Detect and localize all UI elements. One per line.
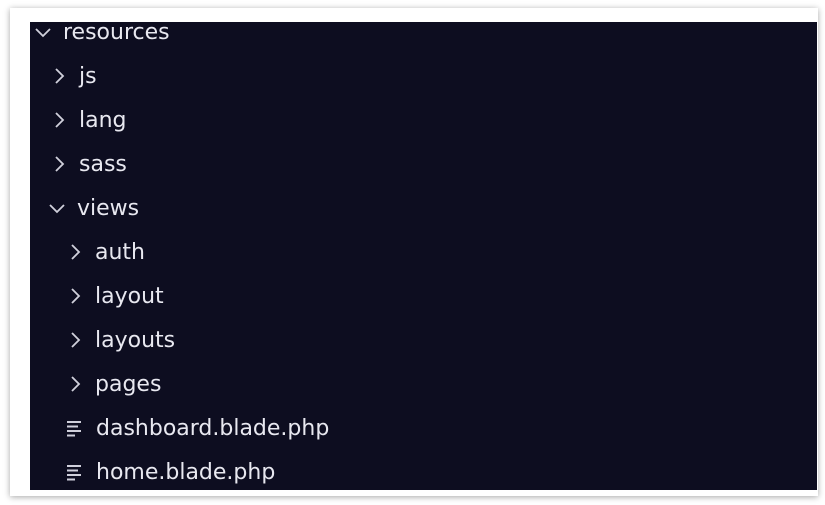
tree-item-label: js (79, 63, 97, 89)
tree-item-label: home.blade.php (96, 459, 276, 485)
chevron-right-icon (48, 109, 70, 131)
tree-file-dashboard-blade-php[interactable]: dashboard.blade.php (30, 406, 817, 450)
tree-item-label: dashboard.blade.php (96, 415, 330, 441)
chevron-right-icon (64, 241, 86, 263)
tree-folder-lang[interactable]: lang (30, 98, 817, 142)
file-lines-icon (66, 418, 84, 438)
chevron-right-icon (64, 285, 86, 307)
file-explorer-tree: resources js lang sass views auth layout… (30, 22, 817, 490)
chevron-down-icon (46, 197, 68, 219)
tree-folder-views[interactable]: views (30, 186, 817, 230)
tree-folder-resources[interactable]: resources (30, 22, 817, 54)
tree-item-label: layout (95, 283, 164, 309)
chevron-right-icon (48, 153, 70, 175)
chevron-right-icon (64, 373, 86, 395)
tree-folder-js[interactable]: js (30, 54, 817, 98)
tree-item-label: lang (79, 107, 127, 133)
tree-item-label: pages (95, 371, 162, 397)
file-lines-icon (66, 462, 84, 482)
tree-folder-layout[interactable]: layout (30, 274, 817, 318)
tree-folder-auth[interactable]: auth (30, 230, 817, 274)
tree-item-label: layouts (95, 327, 176, 353)
tree-item-label: sass (79, 151, 127, 177)
tree-file-home-blade-php[interactable]: home.blade.php (30, 450, 817, 490)
tree-item-label: resources (63, 22, 170, 45)
tree-folder-layouts[interactable]: layouts (30, 318, 817, 362)
tree-item-label: views (77, 195, 140, 221)
chevron-right-icon (48, 65, 70, 87)
tree-folder-sass[interactable]: sass (30, 142, 817, 186)
tree-folder-pages[interactable]: pages (30, 362, 817, 406)
tree-item-label: auth (95, 239, 145, 265)
chevron-down-icon (32, 22, 54, 43)
chevron-right-icon (64, 329, 86, 351)
